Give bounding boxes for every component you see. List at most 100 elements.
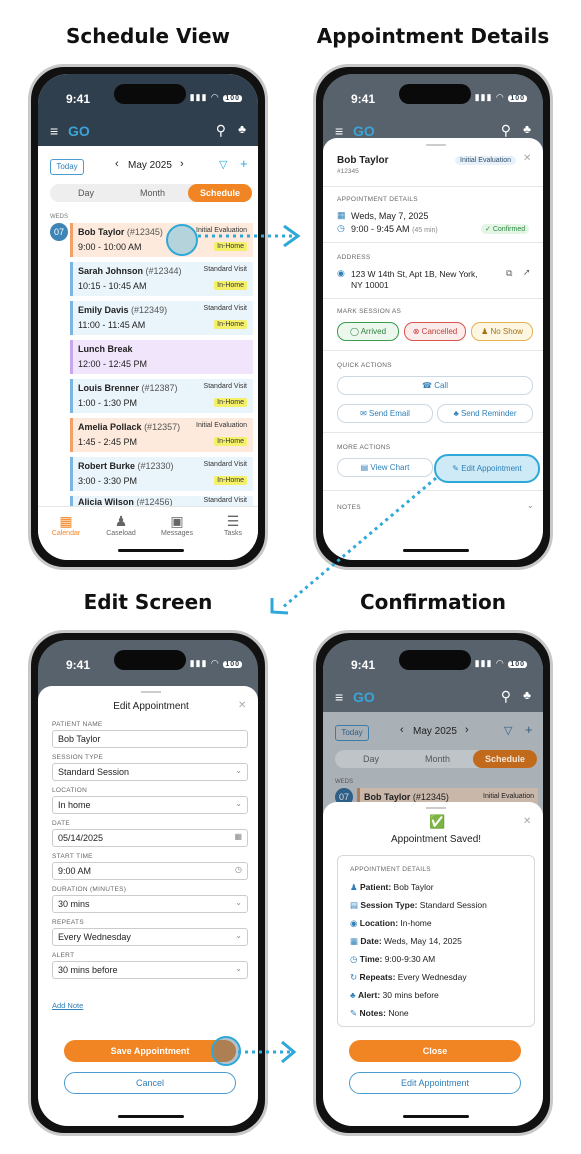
edit-appointment-button[interactable]: ✎ Edit Appointment — [434, 454, 540, 483]
screen-schedule: 9:41 ▮▮▮ ◠ 100 ≡ GO ⚲ ♣ Today ‹ May 2025… — [38, 74, 258, 560]
lunch-break-card[interactable]: Lunch Break 12:00 - 12:45 PM — [70, 340, 253, 374]
send-email-button[interactable]: ✉ Send Email — [337, 404, 433, 423]
copy-icon[interactable]: ⧉ — [506, 268, 512, 279]
status-bar: 9:41 ▮▮▮ ◠ 100 — [38, 640, 258, 684]
edit-appointment-button[interactable]: Edit Appointment — [349, 1072, 521, 1094]
prev-month-icon[interactable]: ‹ — [400, 724, 404, 736]
appointment-card[interactable]: Bob Taylor (#12345) 9:00 - 10:00 AM Init… — [70, 223, 253, 257]
menu-icon[interactable]: ≡ — [50, 123, 58, 139]
appointment-tag: In-Home — [214, 281, 247, 290]
no-show-button[interactable]: ♟ No Show — [471, 322, 533, 341]
field-label: LOCATION — [52, 787, 88, 794]
search-icon[interactable]: ⚲ — [501, 122, 511, 139]
close-icon[interactable]: ✕ — [523, 816, 531, 827]
details-box: APPOINTMENT DETAILS ♟ Patient: Bob Taylo… — [337, 855, 535, 1027]
appointment-card[interactable]: Louis Brenner (#12387) 1:00 - 1:30 PM St… — [70, 379, 253, 413]
menu-icon[interactable]: ≡ — [335, 689, 343, 705]
bell-icon[interactable]: ♣ — [238, 122, 246, 136]
home-indicator — [403, 1115, 469, 1118]
tab-month[interactable]: Month — [140, 188, 165, 198]
tab-schedule[interactable]: Schedule — [188, 184, 252, 202]
check-circle-icon: ✅ — [429, 814, 446, 829]
duration-select[interactable]: 30 mins ⌄ — [52, 895, 248, 913]
appointment-time: 12:00 - 12:45 PM — [78, 359, 148, 369]
home-indicator — [403, 549, 469, 552]
bell-icon[interactable]: ♣ — [523, 122, 531, 136]
prev-month-icon[interactable]: ‹ — [115, 158, 119, 170]
repeats-select[interactable]: Every Wednesday ⌄ — [52, 928, 248, 946]
appointment-name: Alicia Wilson — [78, 497, 134, 506]
message-icon: ▣ — [170, 513, 184, 529]
dimmed-background: Today ‹ May 2025 › ▽ + Day Month Schedul… — [323, 712, 543, 812]
sheet-handle — [426, 807, 446, 809]
appointment-name: Lunch Break — [78, 344, 133, 354]
appointment-time: 3:00 - 3:30 PM — [78, 476, 138, 486]
appointment-card[interactable]: Robert Burke (#12330) 3:00 - 3:30 PM Sta… — [70, 457, 253, 491]
bell-icon[interactable]: ♣ — [523, 688, 531, 702]
detail-row: ✎ Notes: None — [350, 1008, 409, 1018]
appointment-card[interactable]: Emily Davis (#12349) 11:00 - 11:45 AM St… — [70, 301, 253, 335]
location-select[interactable]: In home ⌄ — [52, 796, 248, 814]
field-label: SESSION TYPE — [52, 754, 104, 761]
nav-calendar[interactable]: ▦ Calendar — [46, 513, 86, 537]
home-indicator — [118, 549, 184, 552]
divider — [323, 242, 543, 243]
battery-icon: 100 — [508, 661, 527, 668]
search-icon[interactable]: ⚲ — [501, 688, 511, 705]
chevron-down-icon: ⌄ — [235, 898, 242, 907]
start-time-input[interactable]: 9:00 AM ◷ — [52, 862, 248, 880]
clock-icon: ◷ — [350, 954, 358, 964]
filter-icon[interactable]: ▽ — [504, 724, 512, 737]
add-note-link[interactable]: Add Note — [52, 1001, 83, 1010]
date-input[interactable]: 05/14/2025 ▦ — [52, 829, 248, 847]
close-button[interactable]: Close — [349, 1040, 521, 1062]
detail-row: ♟ Patient: Bob Taylor — [350, 882, 434, 892]
search-icon[interactable]: ⚲ — [216, 122, 226, 139]
tap-indicator — [211, 1036, 241, 1066]
appointment-card[interactable]: Alicia Wilson (#12456) Standard Visit — [70, 496, 253, 506]
battery-icon: 100 — [223, 95, 242, 102]
tab-day[interactable]: Day — [78, 188, 94, 198]
appointment-time: 9:00 - 10:00 AM — [78, 242, 142, 252]
chevron-down-icon[interactable]: ⌄ — [527, 501, 534, 510]
send-reminder-button[interactable]: ♣ Send Reminder — [437, 404, 533, 423]
tab-month[interactable]: Month — [425, 754, 450, 764]
menu-icon[interactable]: ≡ — [335, 123, 343, 139]
nav-tasks[interactable]: ☰ Tasks — [213, 513, 253, 537]
confirmation-modal: ✅ ✕ Appointment Saved! APPOINTMENT DETAI… — [323, 802, 543, 1126]
detail-row: ◉ Location: In-home — [350, 918, 432, 928]
close-icon[interactable]: ✕ — [523, 153, 531, 164]
external-link-icon[interactable]: ➚ — [523, 267, 531, 278]
filter-icon[interactable]: ▽ — [219, 158, 227, 171]
home-indicator — [118, 1115, 184, 1118]
today-button[interactable]: Today — [335, 725, 369, 741]
patient-name-input[interactable]: Bob Taylor — [52, 730, 248, 748]
alert-select[interactable]: 30 mins before ⌄ — [52, 961, 248, 979]
next-month-icon[interactable]: › — [465, 724, 469, 736]
appointment-card[interactable]: Sarah Johnson (#12344) 10:15 - 10:45 AM … — [70, 262, 253, 296]
close-icon[interactable]: ✕ — [238, 700, 246, 711]
status-time: 9:41 — [351, 92, 376, 106]
appointment-time: 9:00 - 9:45 AM (45 min) — [351, 224, 438, 234]
next-month-icon[interactable]: › — [180, 158, 184, 170]
view-chart-button[interactable]: ▤ View Chart — [337, 458, 433, 477]
arrived-button[interactable]: ◯ Arrived — [337, 322, 399, 341]
cancelled-button[interactable]: ⊗ Cancelled — [404, 322, 466, 341]
tab-schedule[interactable]: Schedule — [473, 750, 537, 768]
section-label: MORE ACTIONS — [337, 444, 391, 451]
session-type-select[interactable]: Standard Session ⌄ — [52, 763, 248, 781]
add-icon[interactable]: + — [240, 156, 248, 171]
today-button[interactable]: Today — [50, 159, 84, 175]
add-icon[interactable]: + — [525, 722, 533, 737]
cancel-button[interactable]: Cancel — [64, 1072, 236, 1094]
app-logo: GO — [68, 123, 90, 139]
divider — [323, 490, 543, 491]
appointment-card[interactable]: Amelia Pollack (#12357) 1:45 - 2:45 PM I… — [70, 418, 253, 452]
nav-messages[interactable]: ▣ Messages — [157, 513, 197, 537]
calendar-icon: ▦ — [59, 513, 73, 529]
signal-icons: ▮▮▮ ◠ 100 — [474, 92, 527, 102]
tab-day[interactable]: Day — [363, 754, 379, 764]
nav-caseload[interactable]: ♟ Caseload — [101, 513, 141, 537]
appointment-tag: In-Home — [214, 437, 247, 446]
call-button[interactable]: ☎ Call — [337, 376, 533, 395]
